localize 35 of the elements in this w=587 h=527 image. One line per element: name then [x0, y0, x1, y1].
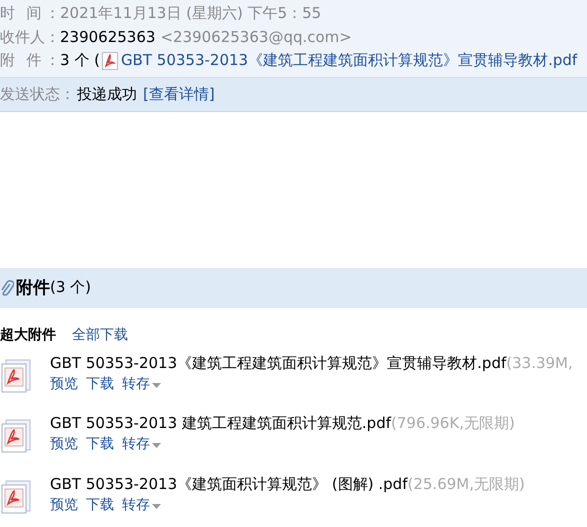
file-meta: (33.39M, — [506, 354, 573, 372]
paperclip-icon — [0, 278, 14, 296]
caret-icon — [152, 382, 161, 388]
file-meta: (796.96K,无限期) — [391, 414, 515, 433]
field-label: 收件人： — [0, 28, 60, 47]
recipient-email: <2390625363@qq.com> — [160, 28, 352, 46]
pdf-icon — [102, 52, 118, 70]
file-action-link[interactable]: 转存 — [122, 435, 161, 453]
attachment-total: (3 个) — [50, 278, 92, 297]
file-action-link[interactable]: 预览 — [50, 496, 78, 514]
status-value: 投递成功 — [77, 84, 137, 104]
file-action-link[interactable]: 转存 — [122, 374, 161, 392]
file-action-link[interactable]: 预览 — [50, 374, 78, 392]
field-label: 附 件： — [0, 51, 60, 70]
download-all-link[interactable]: 全部下载 — [72, 326, 128, 344]
attachment-count: 3 个 ( — [60, 51, 100, 70]
date-value: 2021年11月13日 (星期六) 下午5：55 — [60, 4, 322, 24]
file-action-link[interactable]: 下载 — [86, 435, 114, 453]
attachment-link[interactable]: GBT 50353-2013《建筑工程建筑面积计算规范》宣贯辅导教材.pdf — [120, 51, 578, 70]
large-attachments-label: 超大附件 — [0, 326, 56, 344]
file-action-link[interactable]: 下载 — [86, 496, 114, 514]
details-link[interactable]: [查看详情] — [143, 84, 215, 104]
status-label: 发送状态： — [0, 84, 75, 104]
file-action-link[interactable]: 转存 — [122, 496, 161, 514]
file-name: GBT 50353-2013《建筑工程建筑面积计算规范》宣贯辅导教材.pdf — [50, 354, 506, 372]
recipient-name: 2390625363 — [60, 28, 156, 46]
file-name: GBT 50353-2013《建筑面积计算规范》 (图解) .pdf — [50, 474, 408, 494]
file-action-link[interactable]: 下载 — [86, 374, 114, 392]
field-label: 时 间： — [0, 4, 60, 24]
caret-icon — [152, 443, 161, 448]
section-title: 附件 — [16, 277, 50, 299]
caret-icon — [152, 504, 161, 508]
file-action-link[interactable]: 预览 — [50, 435, 78, 453]
file-meta: (25.69M,无限期) — [407, 474, 525, 494]
file-name: GBT 50353-2013 建筑工程建筑面积计算规范.pdf — [50, 414, 392, 433]
